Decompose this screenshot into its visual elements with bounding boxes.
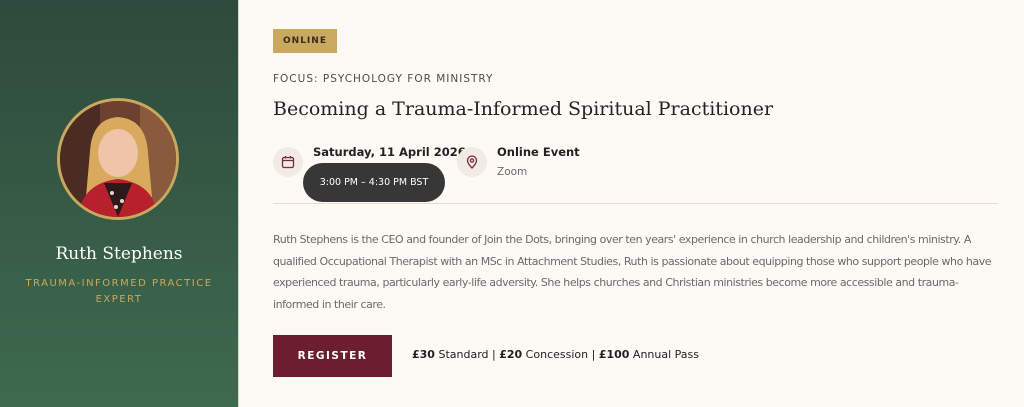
annual-label: Annual Pass bbox=[629, 348, 700, 361]
event-card: Ruth Stephens TRAUMA-INFORMED PRACTICE E… bbox=[0, 0, 1024, 407]
annual-price: £100 bbox=[598, 348, 630, 361]
event-date: Saturday, 11 April 2026 bbox=[313, 145, 466, 159]
speaker-role: TRAUMA-INFORMED PRACTICE EXPERT bbox=[25, 278, 213, 305]
online-badge: ONLINE bbox=[273, 29, 337, 53]
event-time-tooltip: 3:00 PM – 4:30 PM BST bbox=[303, 163, 445, 202]
speaker-panel: Ruth Stephens TRAUMA-INFORMED PRACTICE E… bbox=[0, 0, 239, 407]
location-platform: Zoom bbox=[497, 166, 528, 178]
speaker-avatar bbox=[57, 98, 179, 220]
map-pin-icon bbox=[457, 147, 487, 177]
event-focus: FOCUS: PSYCHOLOGY FOR MINISTRY bbox=[273, 73, 494, 85]
calendar-icon bbox=[273, 147, 303, 177]
event-title: Becoming a Trauma-Informed Spiritual Pra… bbox=[273, 98, 774, 120]
location-title: Online Event bbox=[497, 145, 580, 159]
pricing-info: £30 Standard | £20 Concession | £100 Ann… bbox=[412, 348, 699, 361]
speaker-photo bbox=[60, 101, 176, 217]
standard-label: Standard | bbox=[434, 348, 500, 361]
speaker-name: Ruth Stephens bbox=[55, 244, 183, 264]
register-button[interactable]: REGISTER bbox=[273, 335, 392, 377]
divider bbox=[273, 203, 998, 204]
event-description: Ruth Stephens is the CEO and founder of … bbox=[273, 233, 992, 311]
event-details: ONLINE FOCUS: PSYCHOLOGY FOR MINISTRY Be… bbox=[239, 0, 1024, 407]
concession-price: £20 bbox=[499, 348, 523, 361]
concession-label: Concession | bbox=[522, 348, 599, 361]
standard-price: £30 bbox=[412, 348, 435, 361]
